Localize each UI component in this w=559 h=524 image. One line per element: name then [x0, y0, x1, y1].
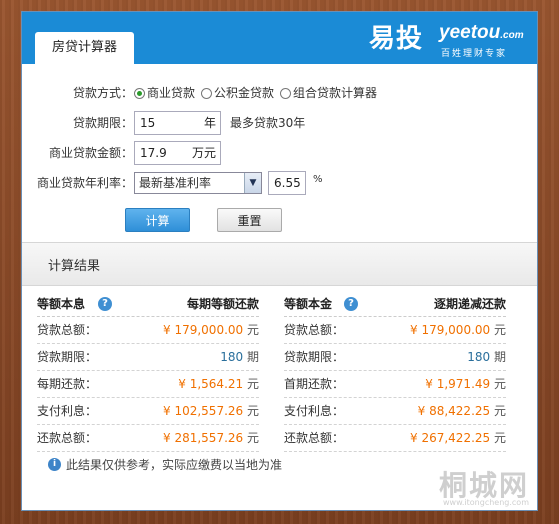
method-description: 逐期递减还款: [433, 297, 506, 311]
loan-term-hint: 最多贷款30年: [230, 116, 306, 130]
equal-installment-column: 等额本息 ? 每期等额还款 贷款总额： ¥ 179,000.00 元 贷款期限： 1…: [37, 292, 259, 452]
method-title: 等额本息: [37, 297, 86, 311]
disclaimer-note: i 此结果仅供参考，实际应缴费以当地为准: [48, 456, 282, 473]
rate-unit: %: [313, 174, 323, 185]
result-row: 贷款期限： 180 期: [284, 344, 506, 371]
result-row: 还款总额： ¥ 281,557.26 元: [37, 425, 259, 452]
result-row: 贷款总额： ¥ 179,000.00 元: [284, 317, 506, 344]
brand-slogan: 百姓理财专家: [441, 49, 508, 59]
brand-name-en: yeetou.com: [439, 22, 524, 43]
radio-provident-fund-loan[interactable]: 公积金贷款: [201, 80, 274, 106]
loan-term-row: 贷款期限： 15 年 最多贷款30年: [22, 110, 537, 136]
brand-name-cn: 易投: [369, 24, 424, 54]
result-row: 每期还款： ¥ 1,564.21 元: [37, 371, 259, 398]
brand-logo: 易投 yeetou.com 百姓理财专家: [369, 18, 529, 60]
method-title: 等额本金: [284, 297, 333, 311]
result-row: 支付利息： ¥ 88,422.25 元: [284, 398, 506, 425]
result-row: 贷款总额： ¥ 179,000.00 元: [37, 317, 259, 344]
result-row: 支付利息： ¥ 102,557.26 元: [37, 398, 259, 425]
info-icon: i: [48, 458, 61, 471]
results-title-bar: 计算结果: [22, 242, 537, 286]
site-watermark: 桐城网 www.itongcheng.com: [438, 469, 529, 507]
loan-amount-unit: 万元: [191, 146, 216, 160]
result-row: 贷款期限： 180 期: [37, 344, 259, 371]
loan-amount-input[interactable]: 17.9 万元: [134, 141, 221, 165]
radio-unchecked-icon: [201, 87, 212, 99]
loan-amount-row: 商业贷款金额： 17.9 万元: [22, 140, 537, 166]
radio-unchecked-icon: [280, 87, 291, 99]
equal-installment-header: 等额本息 ? 每期等额还款: [37, 292, 259, 317]
loan-amount-label: 商业贷款金额：: [48, 146, 133, 160]
radio-checked-icon: [134, 87, 145, 99]
tab-mortgage-calculator[interactable]: 房贷计算器: [35, 32, 134, 64]
loan-type-row: 贷款方式： 商业贷款 公积金贷款 组合贷款计算器: [22, 80, 537, 106]
loan-term-label: 贷款期限：: [72, 116, 133, 130]
loan-term-input[interactable]: 15 年: [134, 111, 221, 135]
calculator-header: 房贷计算器 易投 yeetou.com 百姓理财专家: [22, 12, 537, 64]
equal-principal-column: 等额本金 ? 逐期递减还款 贷款总额： ¥ 179,000.00 元 贷款期限： 1…: [284, 292, 506, 452]
loan-calculator-panel: 房贷计算器 易投 yeetou.com 百姓理财专家 贷款方式： 商业贷款 公积…: [21, 11, 538, 511]
calculate-button[interactable]: 计算: [125, 208, 190, 232]
results-title: 计算结果: [48, 259, 101, 274]
result-row: 首期还款： ¥ 1,971.49 元: [284, 371, 506, 398]
radio-combined-loan[interactable]: 组合贷款计算器: [280, 80, 377, 106]
rate-type-select[interactable]: 最新基准利率 ▼: [134, 172, 262, 194]
loan-rate-row: 商业贷款年利率： 最新基准利率 ▼ 6.55 %: [22, 170, 537, 196]
reset-button[interactable]: 重置: [217, 208, 282, 232]
equal-principal-header: 等额本金 ? 逐期递减还款: [284, 292, 506, 317]
help-icon[interactable]: ?: [344, 297, 358, 311]
loan-term-unit: 年: [203, 116, 216, 130]
rate-value-input[interactable]: 6.55: [268, 171, 306, 195]
result-row: 还款总额： ¥ 267,422.25 元: [284, 425, 506, 452]
method-description: 每期等额还款: [186, 297, 259, 311]
loan-type-label: 贷款方式：: [72, 86, 133, 100]
loan-rate-label: 商业贷款年利率：: [36, 176, 133, 190]
chevron-down-icon: ▼: [244, 173, 261, 193]
radio-commercial-loan[interactable]: 商业贷款: [134, 80, 195, 106]
help-icon[interactable]: ?: [98, 297, 112, 311]
